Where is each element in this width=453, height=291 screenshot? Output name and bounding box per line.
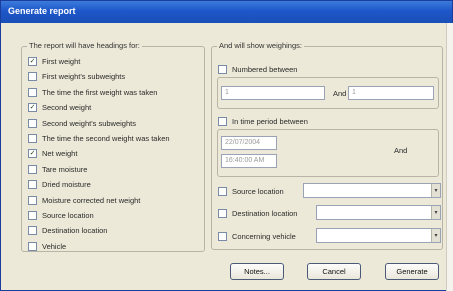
checkmark-icon: ✓ xyxy=(29,58,36,65)
heading-checkbox[interactable] xyxy=(28,118,37,128)
heading-option[interactable]: ✓ Second weight xyxy=(28,102,91,113)
heading-checkbox[interactable] xyxy=(28,241,37,251)
concerning-vehicle-option[interactable]: Concerning vehicle xyxy=(218,231,296,242)
heading-label: Net weight xyxy=(42,149,78,159)
cancel-button[interactable]: Cancel xyxy=(307,263,361,280)
heading-label: Tare moisture xyxy=(42,164,88,174)
number-and-label: And xyxy=(333,89,347,98)
checkmark-icon: ✓ xyxy=(29,150,36,158)
concerning-vehicle-combo[interactable] xyxy=(316,228,441,243)
source-location-combo[interactable] xyxy=(303,183,441,198)
heading-option[interactable]: Vehicle xyxy=(28,241,66,252)
heading-option[interactable]: The time the second weight was taken xyxy=(28,133,170,144)
heading-label: Second weight xyxy=(42,103,92,113)
headings-group: The report will have headings for: ✓ Firs… xyxy=(21,41,205,252)
number-from-input[interactable]: 1 xyxy=(221,86,325,100)
from-date-input[interactable]: 22/07/2004 xyxy=(221,136,277,150)
destination-location-dropdown-button[interactable]: ▾ xyxy=(431,206,440,219)
heading-label: The time the second weight was taken xyxy=(42,134,170,143)
heading-label: Vehicle xyxy=(42,241,67,251)
source-location-dropdown-button[interactable]: ▾ xyxy=(431,184,440,197)
concerning-vehicle-label: Concerning vehicle xyxy=(232,232,296,241)
notes-button[interactable]: Notes... xyxy=(230,263,284,280)
heading-option[interactable]: ✓ Net weight xyxy=(28,148,77,159)
dialog-title-bar[interactable]: Generate report xyxy=(1,1,452,23)
heading-label: Moisture corrected net weight xyxy=(42,195,141,205)
window-right-edge xyxy=(446,23,453,291)
heading-checkbox[interactable] xyxy=(28,87,37,97)
heading-option[interactable]: Second weight's subweights xyxy=(28,118,136,129)
destination-location-option[interactable]: Destination location xyxy=(218,208,297,219)
heading-option[interactable]: Dried moisture xyxy=(28,179,91,190)
heading-label: Dried moisture xyxy=(42,180,91,190)
heading-label: The time the first weight was taken xyxy=(42,87,158,97)
time-between-checkbox[interactable] xyxy=(218,117,227,126)
concerning-vehicle-dropdown-button[interactable]: ▾ xyxy=(431,229,440,242)
concerning-vehicle-checkbox[interactable] xyxy=(218,232,227,241)
heading-checkbox[interactable] xyxy=(28,72,37,82)
filters-group-legend: And will show weighings: xyxy=(217,41,304,50)
source-location-checkbox[interactable] xyxy=(218,187,227,196)
heading-checkbox[interactable]: ✓ xyxy=(28,103,37,113)
from-time-input[interactable]: 16:40:00 AM xyxy=(221,154,277,168)
chevron-down-icon: ▾ xyxy=(434,188,438,194)
time-between-box: 22/07/2004 16:40:00 AM And xyxy=(217,129,439,177)
chevron-down-icon: ▾ xyxy=(434,233,438,239)
heading-label: Destination location xyxy=(42,226,108,236)
heading-option[interactable]: Tare moisture xyxy=(28,164,87,175)
generate-button[interactable]: Generate xyxy=(385,263,439,280)
numbered-between-option[interactable]: Numbered between xyxy=(218,64,297,75)
chevron-down-icon: ▾ xyxy=(434,210,438,216)
source-location-option[interactable]: Source location xyxy=(218,186,284,197)
number-to-input[interactable]: 1 xyxy=(348,86,434,100)
heading-label: Second weight's subweights xyxy=(42,118,136,128)
heading-checkbox[interactable] xyxy=(28,134,37,143)
time-between-option[interactable]: In time period between xyxy=(218,116,308,127)
heading-option[interactable]: Moisture corrected net weight xyxy=(28,195,140,206)
heading-checkbox[interactable] xyxy=(28,226,37,236)
heading-checkbox[interactable] xyxy=(28,211,37,220)
generate-report-dialog: Generate report The report will have hea… xyxy=(0,0,453,291)
filters-group: And will show weighings: Numbered betwee… xyxy=(211,41,443,250)
numbered-between-label: Numbered between xyxy=(232,65,298,74)
heading-option[interactable]: The time the first weight was taken xyxy=(28,87,157,98)
time-and-label: And xyxy=(394,146,408,155)
destination-location-label: Destination location xyxy=(232,209,298,218)
headings-group-legend: The report will have headings for: xyxy=(27,41,142,50)
heading-option[interactable]: Destination location xyxy=(28,225,107,236)
destination-location-checkbox[interactable] xyxy=(218,209,227,218)
source-location-label: Source location xyxy=(232,187,284,196)
checkmark-icon: ✓ xyxy=(29,104,36,112)
numbered-between-box: 1 And 1 xyxy=(217,77,439,109)
heading-label: First weight's subweights xyxy=(42,72,126,82)
heading-option[interactable]: Source location xyxy=(28,210,94,221)
heading-checkbox[interactable]: ✓ xyxy=(28,57,37,66)
dialog-title: Generate report xyxy=(8,6,76,16)
heading-label: First weight xyxy=(42,57,81,66)
heading-checkbox[interactable] xyxy=(28,180,37,190)
heading-option[interactable]: ✓ First weight xyxy=(28,56,80,67)
heading-label: Source location xyxy=(42,211,94,220)
heading-checkbox[interactable]: ✓ xyxy=(28,149,37,159)
destination-location-combo[interactable] xyxy=(316,205,441,220)
heading-checkbox[interactable] xyxy=(28,164,37,174)
numbered-between-checkbox[interactable] xyxy=(218,65,227,74)
time-between-label: In time period between xyxy=(232,117,308,126)
heading-option[interactable]: First weight's subweights xyxy=(28,71,125,82)
heading-checkbox[interactable] xyxy=(28,195,37,205)
